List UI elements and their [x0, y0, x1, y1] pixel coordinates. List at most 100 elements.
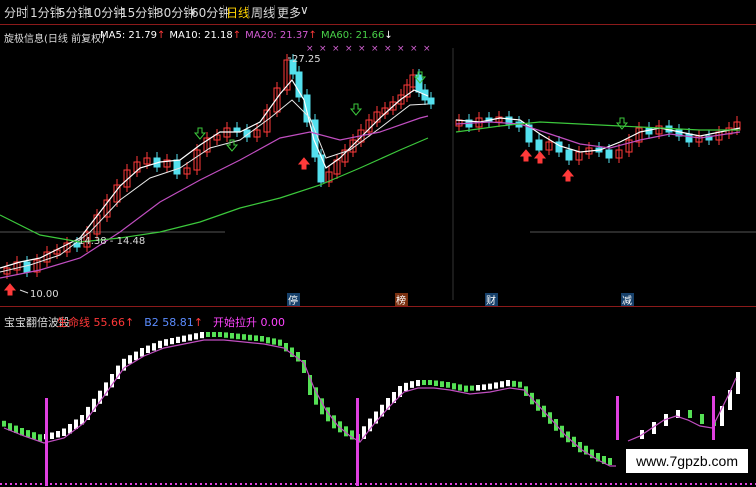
osc-bar-down — [230, 333, 234, 339]
x-mark-icon: × — [423, 44, 431, 54]
baseline-dot — [200, 483, 202, 485]
ma-arrow: ↓ — [384, 30, 393, 41]
baseline-dot — [700, 483, 702, 485]
baseline-dot — [315, 483, 317, 485]
baseline-dot — [80, 483, 82, 485]
baseline-dot — [380, 483, 382, 485]
baseline-dot — [350, 483, 352, 485]
baseline-dot — [675, 483, 677, 485]
osc-bar-up — [134, 351, 138, 361]
baseline-dot — [705, 483, 707, 485]
osc-bar-down — [428, 380, 432, 385]
baseline-dot — [615, 483, 617, 485]
osc-bar-down — [26, 430, 30, 438]
baseline-dot — [40, 483, 42, 485]
baseline-dot — [435, 483, 437, 485]
osc-bar-up — [404, 382, 408, 391]
ma-label: MA5: 21.79 — [100, 30, 158, 41]
stock-title: 旋极信息(日线 前复权) — [4, 34, 105, 45]
baseline-dot — [510, 483, 512, 485]
baseline-dot — [10, 483, 12, 485]
baseline-dot — [600, 483, 602, 485]
osc-bar-down — [212, 332, 216, 337]
baseline-dot — [260, 483, 262, 485]
buy-arrow-icon — [3, 283, 17, 296]
baseline-dot — [180, 483, 182, 485]
baseline-dot — [695, 483, 697, 485]
baseline-dot — [35, 483, 37, 485]
osc-bar-up — [176, 336, 180, 343]
baseline-dot — [375, 483, 377, 485]
baseline-dot — [240, 483, 242, 485]
baseline-dot — [400, 483, 402, 485]
baseline-dot — [710, 483, 712, 485]
osc-bar-down — [464, 385, 468, 392]
baseline-dot — [95, 483, 97, 485]
baseline-dot — [145, 483, 147, 485]
baseline-dot — [65, 483, 67, 485]
baseline-dot — [335, 483, 337, 485]
baseline-dot — [85, 483, 87, 485]
baseline-dot — [715, 483, 717, 485]
signal-spike — [45, 398, 48, 486]
baseline-dot — [490, 483, 492, 485]
baseline-dot — [730, 483, 732, 485]
candle-body — [23, 261, 31, 273]
baseline-dot — [590, 483, 592, 485]
signal-spike — [616, 396, 619, 440]
baseline-dot — [425, 483, 427, 485]
baseline-dot — [745, 483, 747, 485]
osc-bar-down — [224, 332, 228, 338]
candle-body — [295, 71, 303, 98]
osc-bar-down — [688, 410, 692, 418]
baseline-dot — [235, 483, 237, 485]
kline-chart[interactable]: × × × × × × × × × ×27.2510.0014.38 - 14.48停榜财减 — [0, 0, 756, 307]
osc-bar-up — [62, 428, 66, 436]
baseline-dot — [225, 483, 227, 485]
baseline-dot — [385, 483, 387, 485]
baseline-dot — [575, 483, 577, 485]
baseline-dot — [525, 483, 527, 485]
baseline-dot — [170, 483, 172, 485]
baseline-dot — [320, 483, 322, 485]
baseline-dot — [565, 483, 567, 485]
osc-bar-down — [218, 332, 222, 337]
osc-bar-down — [260, 336, 264, 342]
baseline-dot — [195, 483, 197, 485]
baseline-dot — [30, 483, 32, 485]
baseline-dot — [325, 483, 327, 485]
baseline-dot — [460, 483, 462, 485]
osc-bar-down — [266, 337, 270, 344]
osc-bar-up — [56, 431, 60, 438]
baseline-dot — [515, 483, 517, 485]
osc-bar-down — [434, 380, 438, 386]
baseline-dot — [0, 483, 2, 485]
baseline-dot — [570, 483, 572, 485]
baseline-dot — [735, 483, 737, 485]
event-marker-3: 减 — [622, 295, 632, 307]
baseline-dot — [275, 483, 277, 485]
baseline-dot — [355, 483, 357, 485]
baseline-dot — [175, 483, 177, 485]
baseline-dot — [300, 483, 302, 485]
osc-bar-up — [500, 381, 504, 388]
event-marker-2: 财 — [486, 294, 496, 307]
baseline-dot — [25, 483, 27, 485]
baseline-dot — [685, 483, 687, 485]
osc-bar-down — [608, 458, 612, 465]
osc-bar-up — [488, 383, 492, 390]
x-mark-icon: × — [332, 44, 340, 54]
baseline-dot — [165, 483, 167, 485]
baseline-dot — [185, 483, 187, 485]
baseline-dot — [535, 483, 537, 485]
baseline-dot — [295, 483, 297, 485]
baseline-dot — [410, 483, 412, 485]
baseline-dot — [55, 483, 57, 485]
baseline-dot — [190, 483, 192, 485]
ma60-line — [0, 137, 429, 243]
baseline-dot — [395, 483, 397, 485]
baseline-dot — [545, 483, 547, 485]
baseline-dot — [405, 483, 407, 485]
baseline-dot — [415, 483, 417, 485]
baseline-dot — [345, 483, 347, 485]
